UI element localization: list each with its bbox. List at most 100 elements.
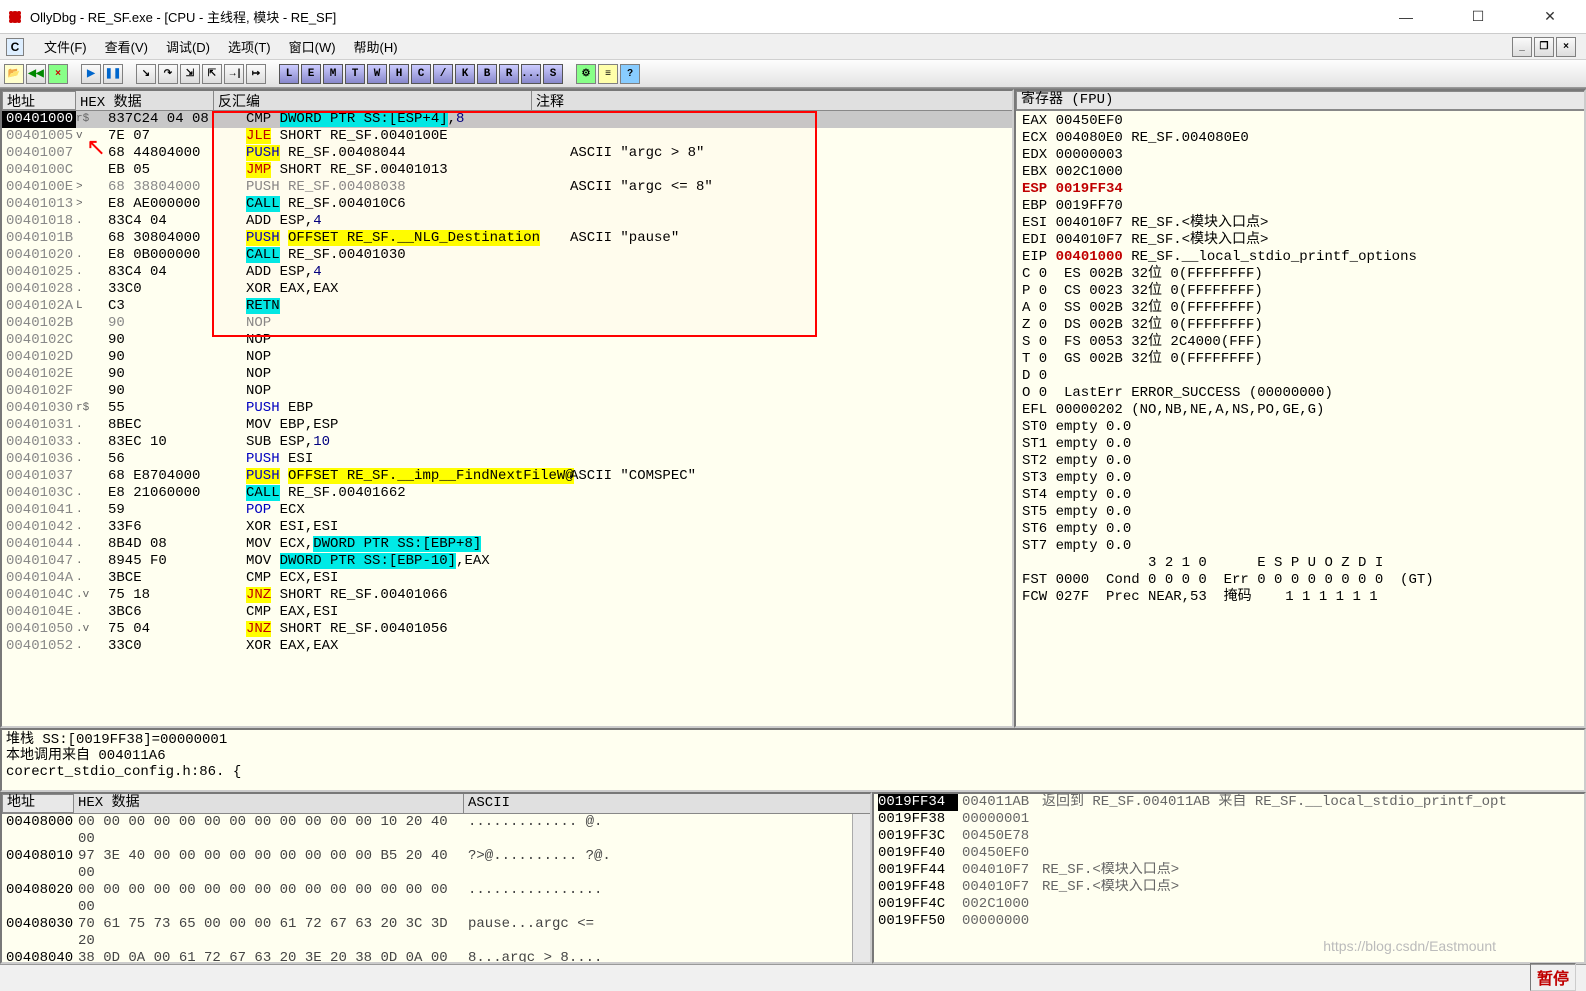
- toolbar-letter-e[interactable]: E: [301, 64, 321, 84]
- close-button[interactable]: ✕: [1530, 3, 1570, 31]
- close2-icon[interactable]: ×: [48, 64, 68, 84]
- disasm-row[interactable]: 0040103768 E8704000PUSH OFFSET RE_SF.__i…: [2, 468, 1012, 485]
- disasm-row[interactable]: 00401028.33C0XOR EAX,EAX: [2, 281, 1012, 298]
- disasm-row[interactable]: 0040102C90NOP: [2, 332, 1012, 349]
- toolbar-letter-r[interactable]: R: [499, 64, 519, 84]
- stack-row[interactable]: 0019FF44004010F7RE_SF.<模块入口点>: [874, 862, 1584, 879]
- disasm-row[interactable]: 00401050.v75 04JNZ SHORT RE_SF.00401056: [2, 621, 1012, 638]
- appearance-icon[interactable]: ≡: [598, 64, 618, 84]
- exec-till-icon[interactable]: ↦: [246, 64, 266, 84]
- toolbar-letter-/[interactable]: /: [433, 64, 453, 84]
- menu-window[interactable]: 窗口(W): [287, 37, 338, 56]
- disasm-row[interactable]: 00401030r$55PUSH EBP: [2, 400, 1012, 417]
- dump-row[interactable]: 0040800000 00 00 00 00 00 00 00 00 00 00…: [2, 814, 852, 848]
- disasm-row[interactable]: 00401041.59POP ECX: [2, 502, 1012, 519]
- disasm-row[interactable]: 00401033.83EC 10SUB ESP,10: [2, 434, 1012, 451]
- dump-row[interactable]: 0040804038 0D 0A 00 61 72 67 63 20 3E 20…: [2, 950, 852, 964]
- toolbar-letter-b[interactable]: B: [477, 64, 497, 84]
- dump-hdr-ascii[interactable]: ASCII: [464, 794, 870, 813]
- trace-into-icon[interactable]: ⇲: [180, 64, 200, 84]
- settings-icon[interactable]: ⚙: [576, 64, 596, 84]
- disasm-row[interactable]: 00401005v7E 07JLE SHORT RE_SF.0040100E: [2, 128, 1012, 145]
- toolbar-letter-m[interactable]: M: [323, 64, 343, 84]
- dump-row[interactable]: 0040802000 00 00 00 00 00 00 00 00 00 00…: [2, 882, 852, 916]
- disasm-row[interactable]: 00401018.83C4 04ADD ESP,4: [2, 213, 1012, 230]
- toolbar-letter-k[interactable]: K: [455, 64, 475, 84]
- hdr-comment[interactable]: 注释: [532, 91, 1012, 110]
- menu-help[interactable]: 帮助(H): [352, 37, 400, 56]
- disasm-row[interactable]: 00401025.83C4 04ADD ESP,4: [2, 264, 1012, 281]
- toolbar-letter-s[interactable]: S: [543, 64, 563, 84]
- register-line: ECX 004080E0 RE_SF.004080E0: [1022, 130, 1578, 147]
- step-into-icon[interactable]: ↘: [136, 64, 156, 84]
- step-over-icon[interactable]: ↷: [158, 64, 178, 84]
- menu-debug[interactable]: 调试(D): [164, 37, 212, 56]
- menu-view[interactable]: 查看(V): [103, 37, 150, 56]
- run-till-icon[interactable]: →|: [224, 64, 244, 84]
- toolbar-letter-...[interactable]: ...: [521, 64, 541, 84]
- dump-hdr-hex[interactable]: HEX 数据: [74, 794, 464, 813]
- disasm-row[interactable]: 0040104E.3BC6CMP EAX,ESI: [2, 604, 1012, 621]
- hdr-hex[interactable]: HEX 数据: [76, 91, 214, 110]
- disasm-row[interactable]: 00401020.E8 0B000000CALL RE_SF.00401030: [2, 247, 1012, 264]
- disasm-row[interactable]: 0040100CEB 05JMP SHORT RE_SF.00401013: [2, 162, 1012, 179]
- play-icon[interactable]: ▶: [81, 64, 101, 84]
- mdi-restore-icon[interactable]: ❐: [1534, 37, 1554, 57]
- stack-row[interactable]: 0019FF34004011AB返回到 RE_SF.004011AB 来自 RE…: [874, 794, 1584, 811]
- disasm-row[interactable]: 00401052.33C0XOR EAX,EAX: [2, 638, 1012, 655]
- disasm-row[interactable]: 0040103C.E8 21060000CALL RE_SF.00401662: [2, 485, 1012, 502]
- minimize-button[interactable]: —: [1386, 3, 1426, 31]
- stack-row[interactable]: 0019FF3800000001: [874, 811, 1584, 828]
- disasm-row[interactable]: 00401013>E8 AE000000CALL RE_SF.004010C6: [2, 196, 1012, 213]
- mdi-minimize-icon[interactable]: _: [1512, 37, 1532, 57]
- rewind-icon[interactable]: ◀◀: [26, 64, 46, 84]
- dump-row[interactable]: 0040803070 61 75 73 65 00 00 00 61 72 67…: [2, 916, 852, 950]
- pause-icon[interactable]: ❚❚: [103, 64, 123, 84]
- toolbar-letter-w[interactable]: W: [367, 64, 387, 84]
- disasm-row[interactable]: 0040102E90NOP: [2, 366, 1012, 383]
- toolbar-letter-t[interactable]: T: [345, 64, 365, 84]
- hex-dump-pane[interactable]: 地址 HEX 数据 ASCII 0040800000 00 00 00 00 0…: [0, 792, 872, 964]
- disasm-row[interactable]: 0040101B68 30804000PUSH OFFSET RE_SF.__N…: [2, 230, 1012, 247]
- toolbar-letter-l[interactable]: L: [279, 64, 299, 84]
- dump-hdr-addr[interactable]: 地址: [2, 794, 74, 813]
- register-line: ST2 empty 0.0: [1022, 453, 1578, 470]
- disasm-row[interactable]: 00401031.8BECMOV EBP,ESP: [2, 417, 1012, 434]
- disasm-row[interactable]: 0040104C.v75 18JNZ SHORT RE_SF.00401066: [2, 587, 1012, 604]
- trace-over-icon[interactable]: ⇱: [202, 64, 222, 84]
- hdr-address[interactable]: 地址: [2, 91, 76, 110]
- stack-row[interactable]: 0019FF5000000000: [874, 913, 1584, 930]
- stack-row[interactable]: 0019FF4000450EF0: [874, 845, 1584, 862]
- mdi-close-icon[interactable]: ×: [1556, 37, 1576, 57]
- toolbar-letter-c[interactable]: C: [411, 64, 431, 84]
- disasm-row[interactable]: 00401036.56PUSH ESI: [2, 451, 1012, 468]
- stack-row[interactable]: 0019FF3C00450E78: [874, 828, 1584, 845]
- disasm-row[interactable]: 00401042.33F6XOR ESI,ESI: [2, 519, 1012, 536]
- disasm-row[interactable]: 0040102F90NOP: [2, 383, 1012, 400]
- toolbar-letter-h[interactable]: H: [389, 64, 409, 84]
- dump-scrollbar[interactable]: [852, 814, 870, 964]
- register-line: T 0 GS 002B 32位 0(FFFFFFFF): [1022, 351, 1578, 368]
- disasm-row[interactable]: 0040100768 44804000PUSH RE_SF.00408044AS…: [2, 145, 1012, 162]
- cpu-icon[interactable]: C: [6, 38, 24, 56]
- disasm-row[interactable]: 0040100E>68 38804000PUSH RE_SF.00408038A…: [2, 179, 1012, 196]
- stack-row[interactable]: 0019FF48004010F7RE_SF.<模块入口点>: [874, 879, 1584, 896]
- hdr-disasm[interactable]: 反汇编: [214, 91, 532, 110]
- maximize-button[interactable]: ☐: [1458, 3, 1498, 31]
- registers-pane[interactable]: 寄存器 (FPU) EAX 00450EF0ECX 004080E0 RE_SF…: [1014, 89, 1586, 728]
- open-icon[interactable]: 📂: [4, 64, 24, 84]
- disasm-row[interactable]: 0040102D90NOP: [2, 349, 1012, 366]
- disasm-row[interactable]: 00401047.8945 F0MOV DWORD PTR SS:[EBP-10…: [2, 553, 1012, 570]
- dump-row[interactable]: 0040801097 3E 40 00 00 00 00 00 00 00 00…: [2, 848, 852, 882]
- register-line: O 0 LastErr ERROR_SUCCESS (00000000): [1022, 385, 1578, 402]
- menu-file[interactable]: 文件(F): [42, 37, 89, 56]
- disasm-row[interactable]: 00401000r$837C24 04 08CMP DWORD PTR SS:[…: [2, 111, 1012, 128]
- stack-row[interactable]: 0019FF4C002C1000: [874, 896, 1584, 913]
- disasm-row[interactable]: 00401044.8B4D 08MOV ECX,DWORD PTR SS:[EB…: [2, 536, 1012, 553]
- disasm-body[interactable]: ↖ 00401000r$837C24 04 08CMP DWORD PTR SS…: [2, 111, 1012, 726]
- disasm-row[interactable]: 0040102ALC3RETN: [2, 298, 1012, 315]
- menu-options[interactable]: 选项(T): [226, 37, 273, 56]
- disasm-row[interactable]: 0040104A.3BCECMP ECX,ESI: [2, 570, 1012, 587]
- disasm-row[interactable]: 0040102B90NOP: [2, 315, 1012, 332]
- help-icon[interactable]: ?: [620, 64, 640, 84]
